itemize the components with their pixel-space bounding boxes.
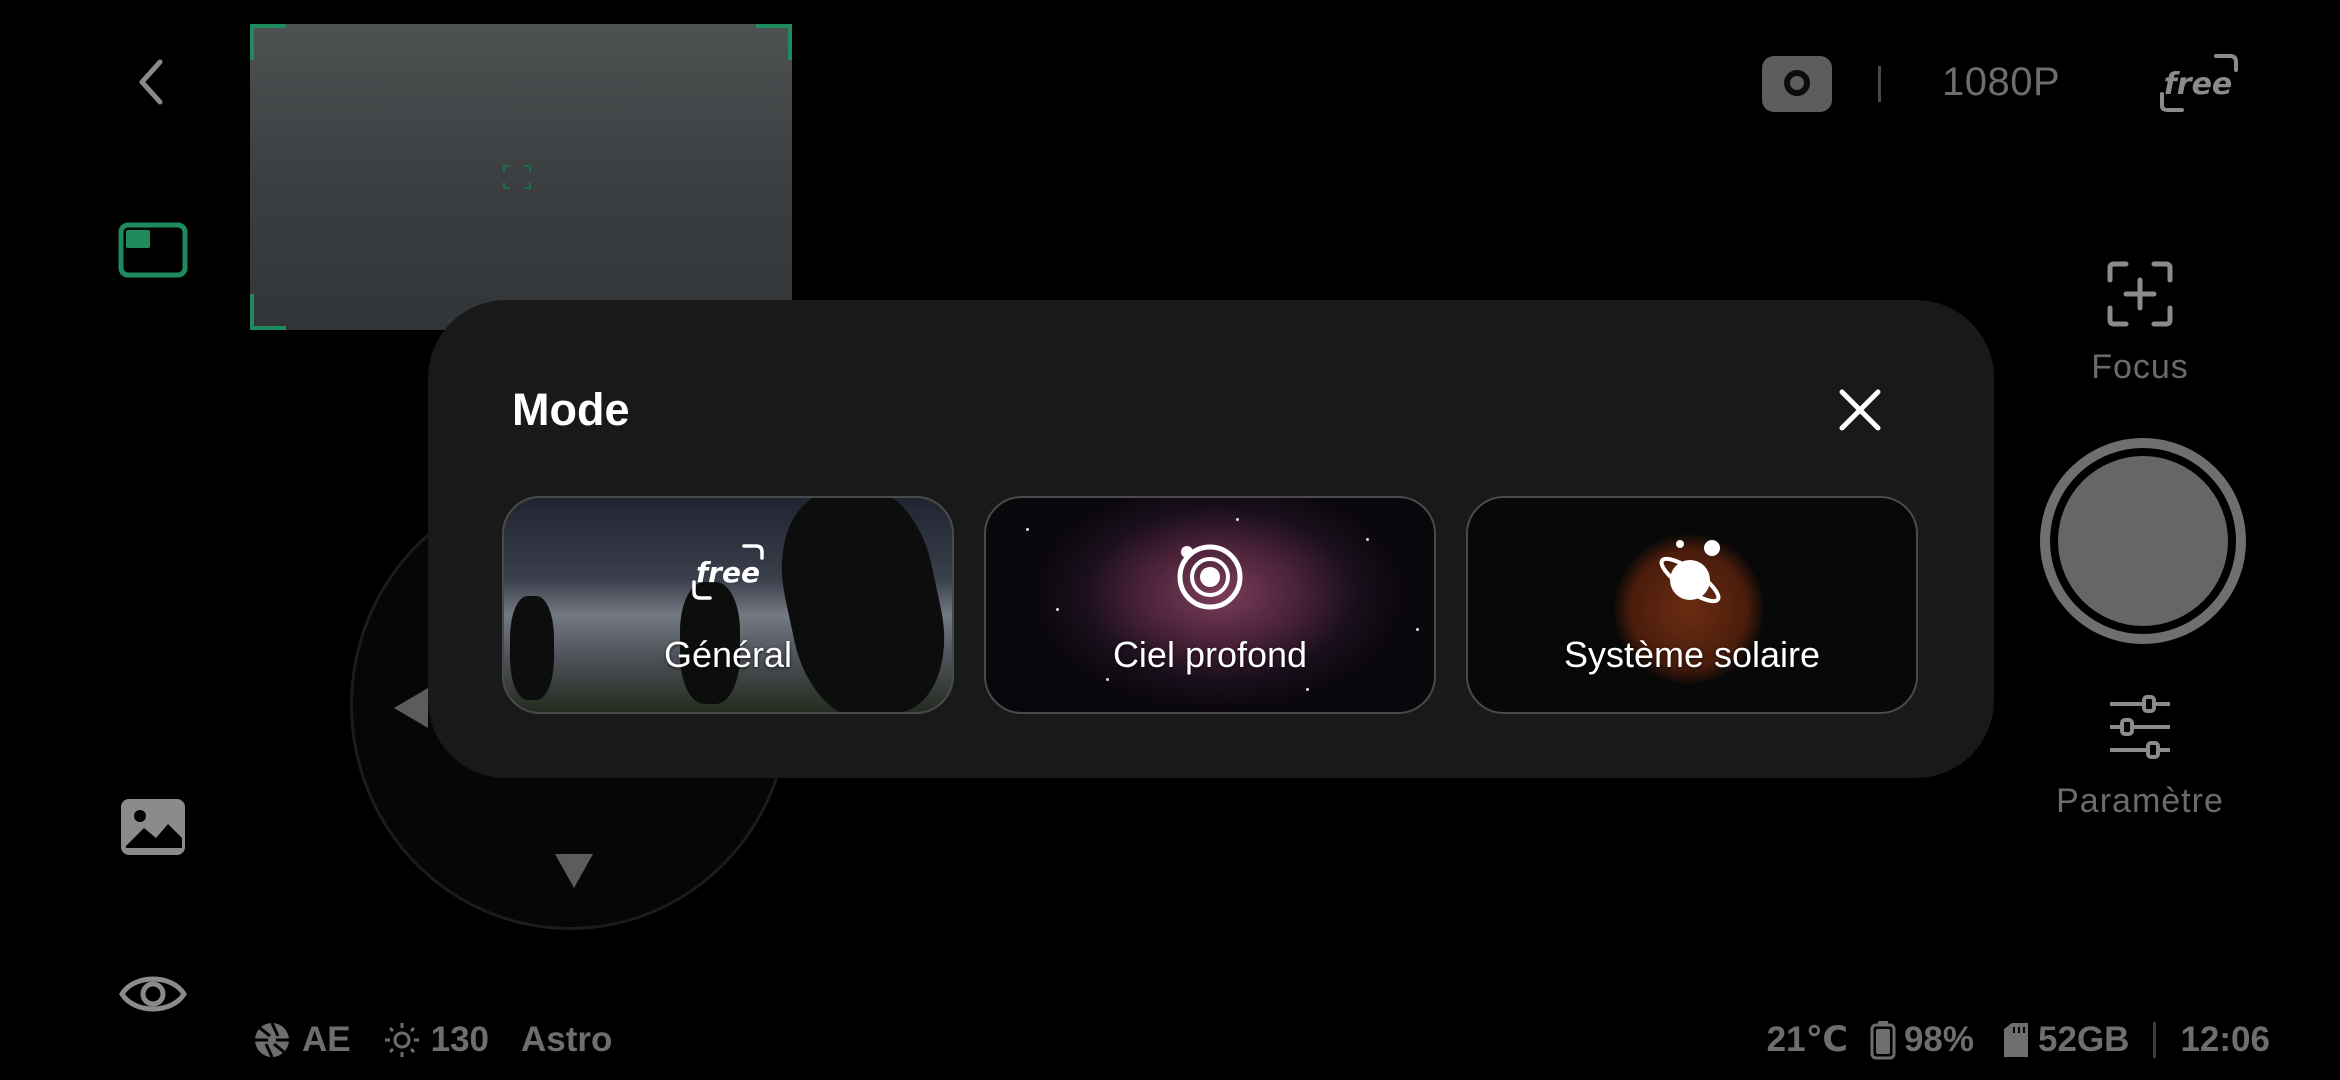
star <box>1366 538 1369 541</box>
free-mode-button[interactable]: free <box>2158 52 2240 114</box>
divider <box>1878 66 1881 102</box>
star <box>1306 688 1309 691</box>
deep-sky-icon <box>1177 544 1243 610</box>
back-button[interactable] <box>120 50 184 114</box>
settings-label: Paramètre <box>2056 782 2224 820</box>
focus-button[interactable] <box>2104 258 2176 330</box>
mode-card-label: Système solaire <box>1563 634 1821 675</box>
layout-toggle-button[interactable] <box>118 222 188 278</box>
camera-preview[interactable] <box>250 24 792 330</box>
brightness-value[interactable]: 130 <box>431 1020 489 1060</box>
status-bar-right: 21℃ 98% 52GB 12:06 <box>1767 1020 2270 1060</box>
mode-card-solar-system[interactable]: Système solaire <box>1466 496 1918 714</box>
photo-mode-button[interactable] <box>1762 56 1832 112</box>
card-shade <box>504 498 952 712</box>
shutter-inner <box>2058 456 2228 626</box>
star <box>1106 678 1109 681</box>
free-icon: free <box>692 544 764 600</box>
brightness-icon <box>384 1023 419 1057</box>
mode-card-general[interactable]: free Général <box>502 496 954 714</box>
planet-icon <box>1659 540 1721 604</box>
mode-card-label: Ciel profond <box>1112 634 1308 675</box>
chevron-left-icon <box>139 59 163 105</box>
focus-label: Focus <box>2091 348 2189 386</box>
star <box>1056 608 1059 611</box>
scene-label[interactable]: Astro <box>521 1020 612 1060</box>
mode-card-label: Général <box>663 634 793 675</box>
battery-icon <box>1870 1021 1896 1060</box>
sd-card-icon <box>2004 1023 2029 1057</box>
close-button[interactable] <box>1834 384 1886 436</box>
focus-target-icon <box>503 165 531 189</box>
picture-in-picture-icon <box>118 222 188 278</box>
frame-corner <box>250 294 286 330</box>
divider <box>2153 1022 2157 1058</box>
status-bar-left: AE 130 Astro <box>252 1020 612 1060</box>
free-icon: free <box>2160 54 2238 112</box>
storage-value: 52GB <box>2038 1020 2130 1059</box>
clock: 12:06 <box>2180 1020 2270 1059</box>
focus-plus-icon <box>2107 261 2173 327</box>
resolution-label[interactable]: 1080P <box>1942 60 2060 105</box>
aperture-icon <box>255 1022 289 1058</box>
eye-icon <box>119 976 187 1012</box>
free-badge-text: free <box>2164 67 2233 102</box>
star <box>1236 518 1239 521</box>
visibility-button[interactable] <box>118 966 188 1022</box>
close-icon <box>1839 389 1881 431</box>
frame-corner <box>250 24 286 60</box>
mode-card-deep-sky[interactable]: Ciel profond <box>984 496 1436 714</box>
battery-value: 98% <box>1903 1020 1975 1059</box>
free-icon-text: free <box>696 556 760 589</box>
star <box>1416 628 1419 631</box>
temperature-value: 21℃ <box>1766 1020 1848 1059</box>
image-icon <box>121 799 185 855</box>
mode-dialog: Mode free Général Ciel profond Système s… <box>428 300 1994 778</box>
dialog-title: Mode <box>512 384 630 435</box>
gallery-button[interactable] <box>118 796 188 858</box>
camera-icon <box>1784 70 1810 96</box>
settings-button[interactable] <box>2104 694 2176 760</box>
shutter-button[interactable] <box>2040 438 2246 644</box>
arrow-down-icon[interactable] <box>553 852 595 890</box>
frame-corner <box>756 24 792 60</box>
sliders-icon <box>2110 695 2170 759</box>
arrow-left-icon[interactable] <box>392 686 432 730</box>
star <box>1026 528 1029 531</box>
exposure-mode[interactable]: AE <box>302 1020 351 1060</box>
